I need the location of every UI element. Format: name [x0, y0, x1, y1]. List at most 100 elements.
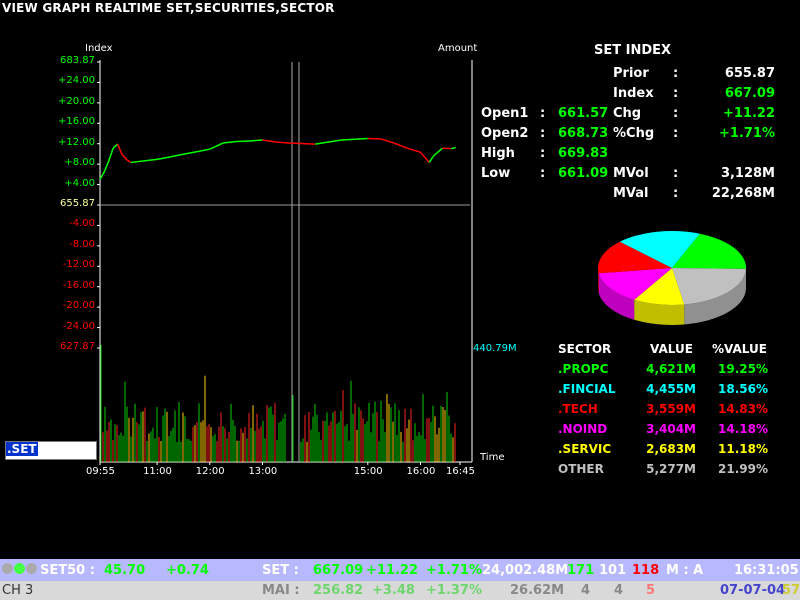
index-line-segment	[222, 140, 237, 144]
index-line-segment	[275, 141, 289, 144]
mai-declines: 5	[646, 583, 656, 598]
sector-name: OTHER	[558, 462, 604, 476]
date-label: 07-07-04	[720, 583, 786, 598]
open-stat-separator: :	[540, 106, 546, 121]
mai-unchanged: 4	[614, 583, 624, 598]
status-led-gray-icon	[2, 563, 13, 574]
index-line-segment	[112, 143, 119, 149]
set-index-value: 22,268M	[711, 186, 775, 201]
sector-value: 4,455M	[646, 382, 696, 396]
mai-change: +3.48	[372, 583, 415, 598]
set-index-separator: :	[673, 106, 679, 121]
sector-percent: 14.83%	[718, 402, 768, 416]
symbol-input-text: .SET	[6, 442, 38, 456]
set-declines: 118	[632, 563, 660, 578]
index-line-segment	[433, 147, 443, 157]
mai-label: MAI :	[262, 583, 300, 598]
sector-name: .SERVIC	[558, 442, 612, 456]
set-index-separator: :	[673, 86, 679, 101]
mai-value-traded: 26.62M	[510, 583, 565, 598]
set-index-separator: :	[673, 186, 679, 201]
index-line-segment	[170, 153, 184, 158]
sector-name: .TECH	[558, 402, 598, 416]
index-line-segment	[367, 137, 382, 140]
index-line-segment	[196, 148, 210, 153]
sector-percent: 18.56%	[718, 382, 768, 396]
set-value: 667.09	[313, 563, 364, 578]
clock-time: 16:31:05	[734, 563, 799, 578]
set-index-label: Prior	[613, 66, 649, 81]
index-line-segment	[428, 155, 435, 163]
index-line-segment	[249, 139, 263, 142]
set-index-value: 667.09	[724, 86, 775, 101]
set50-value: 45.70	[104, 563, 146, 578]
channel-label: CH 3	[2, 583, 34, 598]
sector-percent: 19.25%	[718, 362, 768, 376]
sector-name: .FINCIAL	[558, 382, 616, 396]
set-change: +11.22	[366, 563, 419, 578]
index-line-segment	[183, 150, 197, 156]
set-index-value: +11.22	[722, 106, 775, 121]
index-line-segment	[108, 147, 114, 162]
open-stat-label: Open2	[481, 126, 529, 141]
sector-pie-chart	[598, 231, 746, 325]
index-line-segment	[393, 142, 408, 149]
open-stat-separator: :	[540, 166, 546, 181]
set-index-label: Chg	[613, 106, 642, 121]
index-line-segment	[236, 140, 250, 143]
set-index-heading: SET INDEX	[594, 43, 672, 58]
set-unchanged: 101	[599, 563, 627, 578]
index-line-segment	[288, 142, 316, 145]
extra-counter: 57	[782, 583, 800, 598]
index-line-segment	[315, 139, 342, 145]
set-index-label: MVal	[613, 186, 649, 201]
index-line-segment	[262, 139, 276, 143]
open-stat-label: Low	[481, 166, 511, 181]
mai-value: 256.82	[313, 583, 364, 598]
open-stat-value: 661.09	[558, 166, 609, 181]
index-line-segment	[148, 158, 158, 162]
sector-value: 4,621M	[646, 362, 696, 376]
index-line-segment	[407, 147, 421, 153]
sector-header: %VALUE	[712, 342, 767, 356]
index-line-segment	[139, 159, 149, 163]
sector-name: .NOIND	[558, 422, 608, 436]
index-line-segment	[209, 142, 224, 150]
sector-name: .PROPC	[558, 362, 609, 376]
index-line-segment	[380, 138, 395, 144]
open-stat-label: Open1	[481, 106, 529, 121]
market-state: M : A	[666, 563, 704, 578]
status-led-gray2-icon	[26, 563, 37, 574]
mai-advances: 4	[581, 583, 591, 598]
open-stat-value: 669.83	[558, 146, 609, 161]
set-index-value: 3,128M	[720, 166, 775, 181]
set-index-label: Index	[613, 86, 654, 101]
set-index-value: 655.87	[724, 66, 775, 81]
symbol-input[interactable]: .SET	[5, 441, 97, 460]
set-value-traded: 24,002.48M	[482, 563, 569, 578]
set-index-separator: :	[673, 66, 679, 81]
index-line-segment	[442, 147, 452, 150]
open-stat-value: 668.73	[558, 126, 609, 141]
index-line-segment	[125, 158, 132, 164]
sector-value: 2,683M	[646, 442, 696, 456]
open-stat-separator: :	[540, 126, 546, 141]
index-line-segment	[419, 151, 430, 163]
status-led-green-icon	[14, 563, 25, 574]
index-line-segment	[99, 171, 106, 180]
set-percent-change: +1.71%	[426, 563, 482, 578]
set-index-separator: :	[673, 166, 679, 181]
index-line-segment	[103, 160, 110, 172]
index-line-segment	[451, 146, 456, 150]
set50-label: SET50 :	[40, 563, 95, 578]
sector-value: 3,559M	[646, 402, 696, 416]
index-line-segment	[121, 153, 127, 160]
sector-header: VALUE	[650, 342, 693, 356]
mai-percent-change: +1.37%	[426, 583, 482, 598]
sector-percent: 11.18%	[718, 442, 768, 456]
index-line-segment	[341, 137, 368, 141]
sector-value: 5,277M	[646, 462, 696, 476]
open-stat-value: 661.57	[558, 106, 609, 121]
set50-change: +0.74	[166, 563, 209, 578]
set-label: SET :	[262, 563, 299, 578]
